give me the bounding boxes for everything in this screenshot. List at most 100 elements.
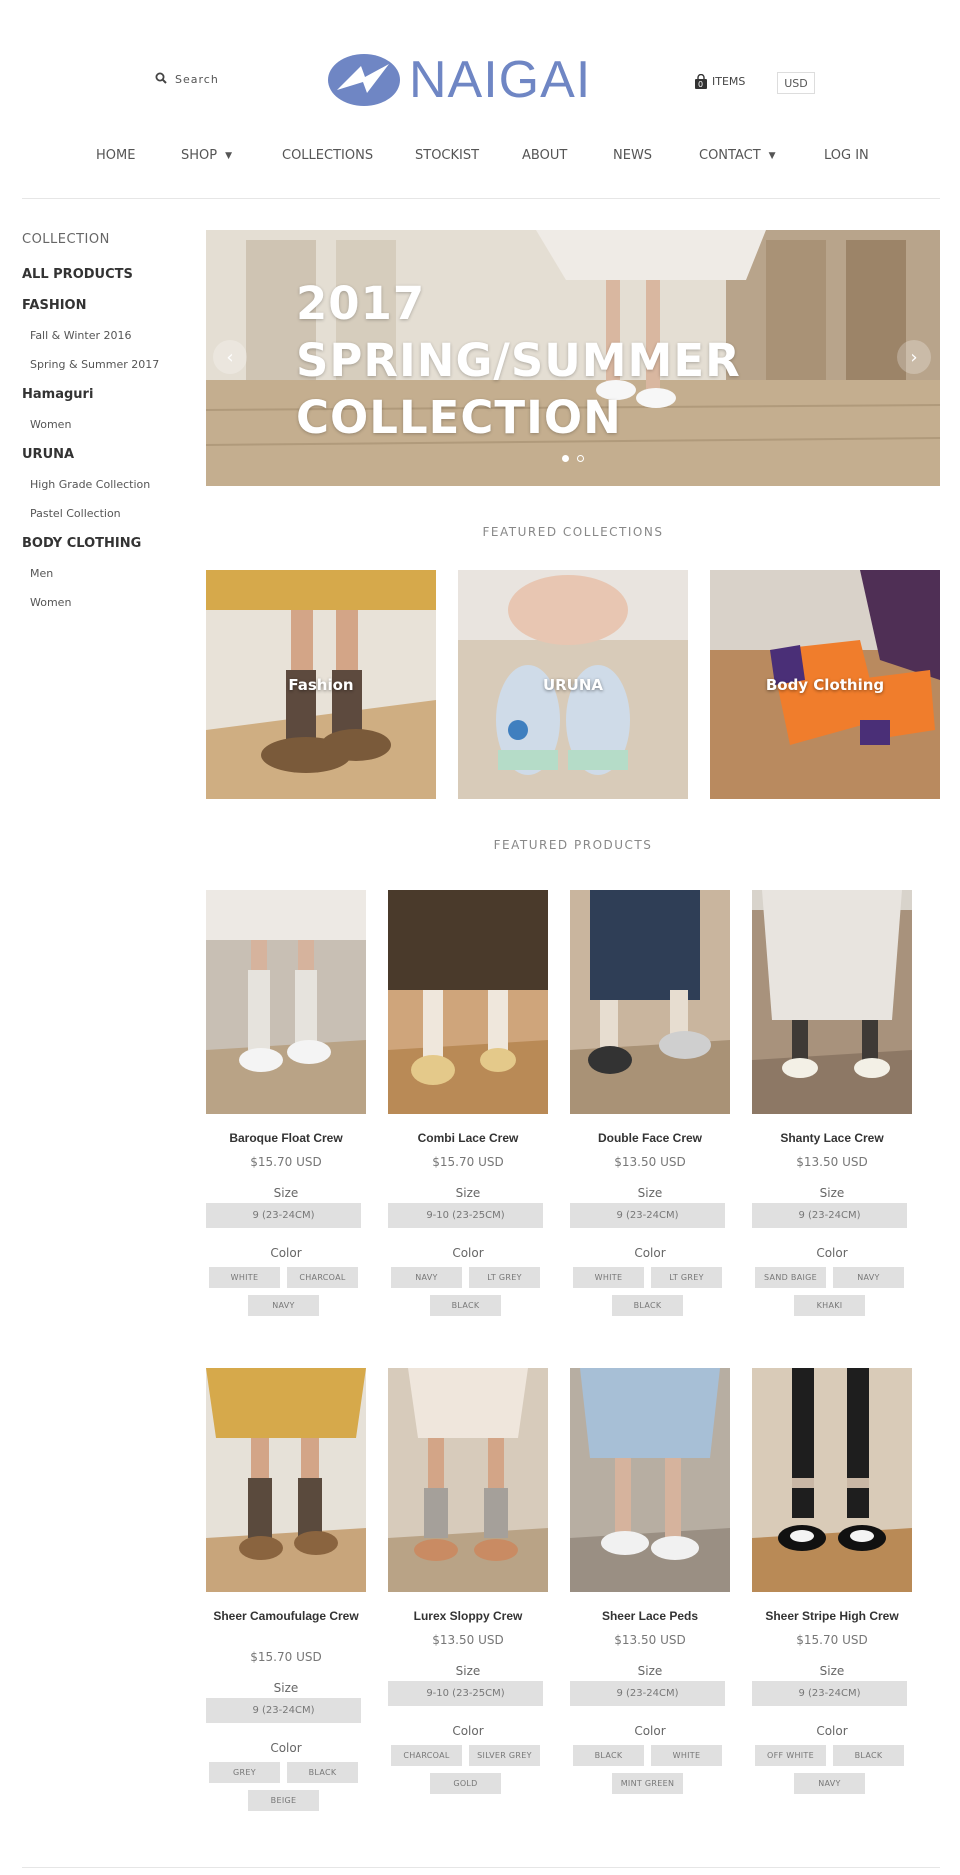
nav-contact-label: CONTACT <box>699 148 761 163</box>
size-option[interactable]: 9 (23-24CM) <box>570 1203 725 1228</box>
logo-wordmark: NAIGAI <box>409 51 592 109</box>
size-label: Size <box>273 1681 299 1695</box>
size-label: Size <box>637 1186 663 1200</box>
color-option[interactable]: NAVY <box>833 1267 904 1288</box>
collection-card-uruna[interactable]: URUNA <box>458 570 688 799</box>
product-name[interactable]: Baroque Float Crew <box>196 1130 376 1147</box>
product-image[interactable] <box>388 890 548 1114</box>
color-option[interactable]: BLACK <box>833 1745 904 1766</box>
nav-news-label: NEWS <box>613 148 653 163</box>
product-name[interactable]: Shanty Lace Crew <box>742 1130 922 1147</box>
color-option[interactable]: MINT GREEN <box>612 1773 683 1794</box>
color-option[interactable]: GOLD <box>430 1773 501 1794</box>
color-option[interactable]: LT GREY <box>651 1267 722 1288</box>
size-option[interactable]: 9 (23-24CM) <box>206 1698 361 1723</box>
color-option[interactable]: OFF WHITE <box>755 1745 826 1766</box>
color-option[interactable]: GREY <box>209 1762 280 1783</box>
product-name[interactable]: Double Face Crew <box>560 1130 740 1147</box>
product-name[interactable]: Combi Lace Crew <box>378 1130 558 1147</box>
size-option[interactable]: 9-10 (23-25CM) <box>388 1681 543 1706</box>
color-option[interactable]: KHAKI <box>794 1295 865 1316</box>
color-label: Color <box>816 1246 848 1260</box>
size-label: Size <box>819 1186 845 1200</box>
product-price: $15.70 USD <box>250 1650 322 1664</box>
color-option[interactable]: NAVY <box>248 1295 319 1316</box>
color-option[interactable]: BLACK <box>612 1295 683 1316</box>
sidebar-item-pastel-collection[interactable]: Pastel Collection <box>22 507 121 520</box>
color-label: Color <box>816 1724 848 1738</box>
color-option[interactable]: BLACK <box>573 1745 644 1766</box>
product-image[interactable] <box>570 890 730 1114</box>
product-name[interactable]: Sheer Lace Peds <box>560 1608 740 1625</box>
collection-label-fashion: Fashion <box>288 675 354 694</box>
product-image[interactable] <box>388 1368 548 1592</box>
color-option[interactable]: SAND BAIGE <box>755 1267 826 1288</box>
nav-news[interactable]: NEWS <box>613 148 652 163</box>
sidebar-item-high-grade-collection[interactable]: High Grade Collection <box>22 478 150 491</box>
currency-selector[interactable]: USD <box>777 72 815 94</box>
sidebar-item-body-clothing-men[interactable]: Men <box>22 567 53 580</box>
cart-link[interactable]: 0 ITEMS <box>694 73 745 89</box>
size-option[interactable]: 9 (23-24CM) <box>570 1681 725 1706</box>
product-image[interactable] <box>752 890 912 1114</box>
product-name[interactable]: Sheer Stripe High Crew <box>742 1608 922 1625</box>
nav-stockist[interactable]: STOCKIST <box>415 148 479 163</box>
slider-prev-button[interactable]: ‹ <box>213 340 247 374</box>
nav-contact[interactable]: CONTACT ▼ <box>699 148 776 163</box>
product-image[interactable] <box>570 1368 730 1592</box>
product-image[interactable] <box>752 1368 912 1592</box>
sidebar-item-hamaguri-women[interactable]: Women <box>22 418 71 431</box>
sidebar-item-uruna[interactable]: URUNA <box>22 447 74 462</box>
sidebar-item-fashion[interactable]: FASHION <box>22 298 86 313</box>
nav-home-label: HOME <box>96 148 136 163</box>
collection-label-body-clothing: Body Clothing <box>765 675 885 694</box>
slider-dot-2[interactable] <box>577 455 584 462</box>
color-option[interactable]: WHITE <box>573 1267 644 1288</box>
sidebar-item-body-clothing[interactable]: BODY CLOTHING <box>22 536 141 551</box>
size-label: Size <box>273 1186 299 1200</box>
nav-login[interactable]: LOG IN <box>824 148 869 163</box>
color-option[interactable]: LT GREY <box>469 1267 540 1288</box>
size-option[interactable]: 9 (23-24CM) <box>206 1203 361 1228</box>
sidebar-item-spring-summer-2017[interactable]: Spring & Summer 2017 <box>22 358 159 371</box>
slider-next-button[interactable]: › <box>897 340 931 374</box>
nav-shop[interactable]: SHOP ▼ <box>181 148 232 163</box>
chevron-left-icon: ‹ <box>226 346 234 368</box>
color-option[interactable]: WHITE <box>209 1267 280 1288</box>
sidebar-item-fall-winter-2016[interactable]: Fall & Winter 2016 <box>22 329 132 342</box>
size-option[interactable]: 9 (23-24CM) <box>752 1681 907 1706</box>
color-option[interactable]: NAVY <box>794 1773 865 1794</box>
color-option[interactable]: CHARCOAL <box>287 1267 358 1288</box>
footer-divider <box>22 1867 940 1868</box>
sidebar-item-hamaguri[interactable]: Hamaguri <box>22 387 93 402</box>
collection-label-uruna: URUNA <box>542 675 604 694</box>
color-option[interactable]: WHITE <box>651 1745 722 1766</box>
slider-dot-1[interactable] <box>562 455 569 462</box>
collection-card-body-clothing[interactable]: Body Clothing <box>710 570 940 799</box>
nav-about[interactable]: ABOUT <box>522 148 567 163</box>
color-label: Color <box>634 1724 666 1738</box>
nav-home[interactable]: HOME <box>96 148 135 163</box>
color-option[interactable]: NAVY <box>391 1267 462 1288</box>
color-label: Color <box>270 1741 302 1755</box>
product-image[interactable] <box>206 890 366 1114</box>
color-option[interactable]: BLACK <box>287 1762 358 1783</box>
hero-heading: 2017 SPRING/SUMMER COLLECTION <box>296 275 741 446</box>
color-option[interactable]: BLACK <box>430 1295 501 1316</box>
product-name[interactable]: Sheer Camoufulage Crew <box>196 1608 376 1625</box>
sidebar-item-body-clothing-women[interactable]: Women <box>22 596 71 609</box>
size-label: Size <box>455 1186 481 1200</box>
color-option[interactable]: BEIGE <box>248 1790 319 1811</box>
search-link[interactable]: Search <box>155 72 219 87</box>
sidebar-item-all-products[interactable]: ALL PRODUCTS <box>22 267 133 282</box>
site-logo[interactable]: NAIGAI <box>327 52 632 108</box>
color-option[interactable]: CHARCOAL <box>391 1745 462 1766</box>
size-option[interactable]: 9 (23-24CM) <box>752 1203 907 1228</box>
color-option[interactable]: SILVER GREY <box>469 1745 540 1766</box>
search-icon <box>155 72 167 87</box>
product-name[interactable]: Lurex Sloppy Crew <box>378 1608 558 1625</box>
size-option[interactable]: 9-10 (23-25CM) <box>388 1203 543 1228</box>
collection-card-fashion[interactable]: Fashion <box>206 570 436 799</box>
nav-collections[interactable]: COLLECTIONS <box>282 148 373 163</box>
product-image[interactable] <box>206 1368 366 1592</box>
